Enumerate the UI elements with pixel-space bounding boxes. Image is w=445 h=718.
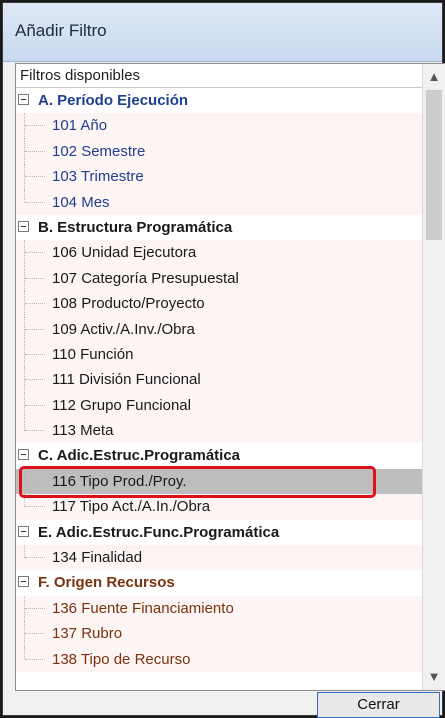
tree-item-row[interactable]: 101 Año — [16, 113, 424, 139]
tree-item-label: 108 Producto/Proyecto — [52, 295, 205, 313]
tree-item-label: 102 Semestre — [52, 142, 146, 160]
tree-connector-branch — [25, 557, 45, 559]
tree-connector-line — [24, 545, 26, 558]
collapse-icon[interactable] — [18, 576, 29, 588]
tree-item-row[interactable]: 113 Meta — [16, 418, 424, 444]
tree-item-row[interactable]: 112 Grupo Funcional — [16, 392, 424, 419]
tree-item-row[interactable]: 108 Producto/Proyecto — [16, 291, 424, 317]
tree-connector-branch — [25, 303, 45, 305]
tree-item-row[interactable]: 117 Tipo Act./A.In./Obra — [16, 494, 424, 520]
tree-group-row[interactable]: A. Período Ejecución — [16, 88, 424, 114]
tree-group-row[interactable]: F. Origen Recursos — [16, 570, 424, 596]
tree-item-label: 107 Categoría Presupuestal — [52, 269, 239, 287]
tree-item-label: 112 Grupo Funcional — [52, 396, 191, 414]
add-filter-dialog: Añadir Filtro Filtros disponibles A. Per… — [2, 2, 445, 718]
tree-connector-branch — [25, 201, 45, 204]
tree-connector-branch — [25, 633, 45, 635]
tree-connector-branch — [25, 328, 45, 331]
tree-connector-branch — [25, 252, 45, 254]
list-header: Filtros disponibles — [16, 64, 424, 88]
tree-item-row[interactable]: 111 División Funcional — [16, 367, 424, 393]
dialog-title: Añadir Filtro — [15, 21, 107, 40]
tree-connector-branch — [25, 277, 45, 280]
tree-item-row[interactable]: 136 Fuente Financiamiento — [16, 595, 424, 622]
collapse-icon[interactable] — [18, 525, 29, 537]
scroll-thumb[interactable] — [426, 90, 442, 240]
tree-item-label: 137 Rubro — [52, 625, 123, 643]
tree-connector-line — [24, 418, 26, 431]
collapse-icon[interactable] — [18, 220, 29, 232]
tree-connector-branch — [25, 404, 45, 407]
tree-connector-branch — [25, 379, 45, 381]
tree-item-label: 134 Finalidad — [52, 549, 143, 567]
collapse-icon[interactable] — [18, 94, 29, 105]
tree-group-label: F. Origen Recursos — [38, 574, 175, 592]
close-button[interactable]: Cerrar — [317, 692, 440, 718]
tree-item-label: 111 División Funcional — [52, 371, 201, 389]
tree-connector-branch — [25, 150, 45, 153]
tree-item-label: 117 Tipo Act./A.In./Obra — [52, 498, 211, 516]
tree-item-label: 136 Fuente Financiamiento — [52, 599, 234, 617]
tree-item-row[interactable]: 103 Trimestre — [16, 164, 424, 190]
tree-item-row[interactable]: 106 Unidad Ejecutora — [16, 240, 424, 266]
tree-connector-branch — [25, 506, 45, 508]
tree-item-row[interactable]: 107 Categoría Presupuestal — [16, 265, 424, 292]
scroll-up-icon[interactable]: ▲ — [423, 66, 445, 88]
tree-item-row[interactable]: 109 Activ./A.Inv./Obra — [16, 316, 424, 342]
tree-connector-branch — [25, 658, 45, 661]
tree-connector-line — [24, 189, 26, 203]
selection-highlight-box — [19, 466, 376, 498]
tree-connector-branch — [25, 176, 45, 178]
tree-item-label: 109 Activ./A.Inv./Obra — [52, 320, 195, 338]
tree-item-row[interactable]: 137 Rubro — [16, 621, 424, 647]
tree-connector-branch — [25, 607, 45, 610]
tree-group-row[interactable]: E. Adic.Estruc.Func.Programática — [16, 519, 424, 546]
tree-item-row[interactable]: 110 Función — [16, 341, 424, 368]
tree-item-label: 110 Función — [52, 345, 134, 363]
tree-item-label: 101 Año — [52, 117, 108, 135]
tree-connector-branch — [25, 353, 45, 356]
tree-item-row[interactable]: 102 Semestre — [16, 138, 424, 165]
tree-item-row[interactable]: 134 Finalidad — [16, 545, 424, 571]
tree-connector-branch — [25, 430, 45, 432]
scroll-down-icon[interactable]: ▼ — [423, 666, 445, 688]
tree-connector-branch — [25, 125, 45, 127]
tree-rows: A. Período Ejecución 101 Año 102 Semestre 1… — [16, 88, 424, 672]
tree-group-label: B. Estructura Programática — [38, 218, 233, 236]
tree-item-label: 138 Tipo de Recurso — [52, 650, 191, 668]
tree-item-row[interactable]: 104 Mes — [16, 189, 424, 215]
available-filters-tree[interactable]: Filtros disponibles A. Período Ejecución… — [15, 63, 445, 691]
tree-connector-line — [24, 646, 26, 660]
tree-item-label: 103 Trimestre — [52, 168, 144, 186]
tree-item-row[interactable]: 138 Tipo de Recurso — [16, 646, 424, 672]
tree-group-row[interactable]: B. Estructura Programática — [16, 214, 424, 241]
tree-item-label: 104 Mes — [52, 193, 110, 211]
collapse-icon[interactable] — [18, 449, 29, 461]
tree-group-label: A. Período Ejecución — [38, 92, 189, 109]
tree-item-label: 113 Meta — [52, 422, 114, 440]
title-bar: Añadir Filtro — [3, 3, 442, 62]
tree-group-label: E. Adic.Estruc.Func.Programática — [38, 523, 280, 541]
tree-item-label: 106 Unidad Ejecutora — [52, 244, 197, 262]
vertical-scrollbar[interactable]: ▲ ▼ — [422, 64, 445, 690]
